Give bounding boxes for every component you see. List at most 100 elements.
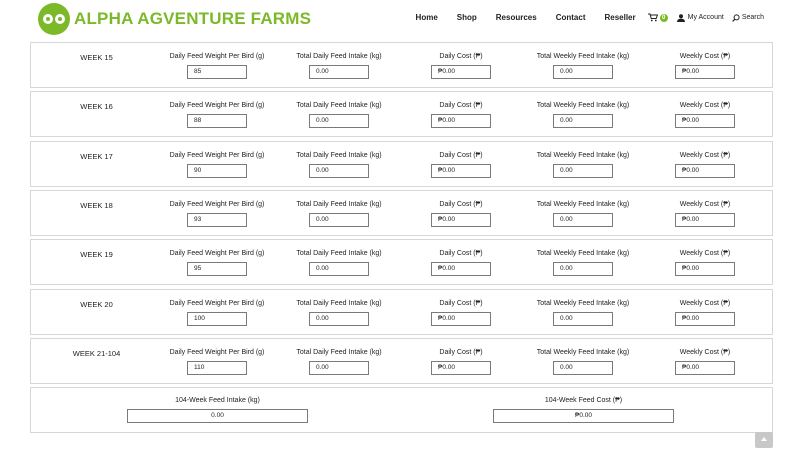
total-daily-input[interactable]: 0.00 — [309, 163, 369, 178]
daily-cost-input[interactable]: ₱0.00 — [431, 163, 491, 178]
total-weekly-field: Total Weekly Feed Intake (kg) 0.00 — [518, 349, 648, 375]
weekly-cost-label: Weekly Cost (₱) — [679, 53, 731, 60]
total-daily-field: Total Daily Feed Intake (kg) 0.00 — [274, 152, 404, 178]
total-weekly-input[interactable]: 0.00 — [553, 114, 613, 129]
total-daily-input[interactable]: 0.00 — [309, 212, 369, 227]
total-weekly-label: Total Weekly Feed Intake (kg) — [536, 102, 630, 110]
daily-weight-label: Daily Feed Weight Per Bird (g) — [169, 53, 265, 60]
weekly-cost-input[interactable]: ₱0.00 — [675, 311, 735, 326]
daily-weight-input[interactable]: 95 — [187, 262, 247, 277]
week-row: WEEK 21-104 Daily Feed Weight Per Bird (g… — [30, 337, 773, 384]
daily-cost-input[interactable]: ₱0.00 — [431, 360, 491, 375]
daily-weight-input[interactable]: 100 — [187, 311, 247, 326]
daily-weight-label: Daily Feed Weight Per Bird (g) — [169, 299, 265, 307]
total-weekly-field: Total Weekly Feed Intake (kg) 0.00 — [518, 53, 648, 79]
total-daily-label: Total Daily Feed Intake (kg) — [296, 151, 382, 159]
total-daily-input[interactable]: 0.00 — [309, 311, 369, 326]
daily-weight-input[interactable]: 88 — [187, 114, 247, 129]
weekly-cost-field: Weekly Cost (₱) ₱0.00 — [640, 152, 770, 178]
total-weekly-input[interactable]: 0.00 — [553, 163, 613, 178]
total-weekly-field: Total Weekly Feed Intake (kg) 0.00 — [518, 102, 648, 129]
total-weekly-input[interactable]: 0.00 — [553, 360, 613, 375]
total-intake-label: 104-Week Feed Intake (kg) — [175, 397, 260, 404]
daily-cost-label: Daily Cost (₱) — [439, 348, 483, 356]
nav-resources[interactable]: Resources — [496, 13, 537, 22]
daily-cost-field: Daily Cost (₱) ₱0.00 — [396, 349, 526, 375]
weekly-cost-input[interactable]: ₱0.00 — [675, 262, 735, 277]
daily-cost-input[interactable]: ₱0.00 — [431, 311, 491, 326]
search-label: Search — [741, 14, 764, 21]
total-cost-field: 104-Week Feed Cost (₱) ₱0.00 — [493, 397, 674, 423]
week-row: WEEK 16 Daily Feed Weight Per Bird (g) 88 T… — [30, 91, 773, 138]
daily-weight-input[interactable]: 110 — [187, 360, 247, 375]
week-label: WEEK 16 — [80, 102, 113, 112]
daily-weight-field: Daily Feed Weight Per Bird (g) 110 — [152, 349, 282, 375]
nav-contact[interactable]: Contact — [556, 13, 586, 22]
total-weekly-field: Total Weekly Feed Intake (kg) 0.00 — [518, 152, 648, 178]
weekly-cost-label: Weekly Cost (₱) — [679, 250, 731, 258]
daily-weight-field: Daily Feed Weight Per Bird (g) 88 — [152, 102, 282, 129]
total-weekly-input[interactable]: 0.00 — [553, 311, 613, 326]
week-label: WEEK 17 — [80, 151, 113, 161]
daily-weight-input[interactable]: 93 — [187, 212, 247, 227]
cart-count-badge: 0 — [659, 13, 668, 22]
daily-weight-input[interactable]: 85 — [187, 65, 247, 79]
daily-weight-field: Daily Feed Weight Per Bird (g) 93 — [152, 201, 282, 227]
total-weekly-field: Total Weekly Feed Intake (kg) 0.00 — [518, 300, 648, 326]
summary-row: 104-Week Feed Intake (kg) 0.00 104-Week … — [30, 387, 773, 433]
daily-weight-label: Daily Feed Weight Per Bird (g) — [169, 102, 265, 110]
daily-cost-input[interactable]: ₱0.00 — [431, 262, 491, 277]
scroll-to-top-button[interactable] — [755, 432, 773, 448]
daily-weight-label: Daily Feed Weight Per Bird (g) — [169, 348, 265, 356]
weekly-cost-field: Weekly Cost (₱) ₱0.00 — [640, 201, 770, 227]
week-label: WEEK 15 — [80, 53, 113, 62]
total-weekly-label: Total Weekly Feed Intake (kg) — [536, 250, 630, 258]
weekly-cost-input[interactable]: ₱0.00 — [675, 360, 735, 375]
total-intake-input[interactable]: 0.00 — [127, 409, 308, 423]
daily-cost-field: Daily Cost (₱) ₱0.00 — [396, 300, 526, 326]
daily-cost-input[interactable]: ₱0.00 — [431, 212, 491, 227]
total-intake-field: 104-Week Feed Intake (kg) 0.00 — [127, 397, 308, 423]
week-label: WEEK 18 — [80, 200, 113, 210]
daily-cost-field: Daily Cost (₱) ₱0.00 — [396, 201, 526, 227]
daily-cost-input[interactable]: ₱0.00 — [431, 65, 491, 79]
daily-cost-input[interactable]: ₱0.00 — [431, 114, 491, 129]
nav-home[interactable]: Home — [416, 13, 438, 22]
total-weekly-label: Total Weekly Feed Intake (kg) — [536, 299, 630, 307]
cart-button[interactable]: 0 — [647, 13, 668, 22]
daily-cost-label: Daily Cost (₱) — [439, 151, 483, 159]
brand-name: ALPHA AGVENTURE FARMS — [74, 9, 312, 28]
week-row: WEEK 18 Daily Feed Weight Per Bird (g) 93 T… — [30, 189, 773, 236]
total-weekly-input[interactable]: 0.00 — [553, 65, 613, 79]
brand-logo[interactable]: ALPHA AGVENTURE FARMS — [38, 3, 311, 35]
total-daily-label: Total Daily Feed Intake (kg) — [296, 200, 382, 208]
total-weekly-label: Total Weekly Feed Intake (kg) — [536, 151, 630, 159]
nav-reseller[interactable]: Reseller — [604, 13, 635, 22]
total-daily-input[interactable]: 0.00 — [309, 65, 369, 79]
total-daily-field: Total Daily Feed Intake (kg) 0.00 — [274, 300, 404, 326]
total-daily-input[interactable]: 0.00 — [309, 360, 369, 375]
total-daily-label: Total Daily Feed Intake (kg) — [296, 53, 382, 60]
total-daily-field: Total Daily Feed Intake (kg) 0.00 — [274, 102, 404, 129]
week-row: WEEK 15 Daily Feed Weight Per Bird (g) 85 T… — [30, 42, 773, 88]
weekly-cost-label: Weekly Cost (₱) — [679, 299, 731, 307]
total-weekly-input[interactable]: 0.00 — [553, 212, 613, 227]
week-row: WEEK 19 Daily Feed Weight Per Bird (g) 95 T… — [30, 239, 773, 286]
total-daily-input[interactable]: 0.00 — [309, 262, 369, 277]
total-weekly-input[interactable]: 0.00 — [553, 262, 613, 277]
weekly-cost-input[interactable]: ₱0.00 — [675, 65, 735, 79]
weekly-cost-input[interactable]: ₱0.00 — [675, 163, 735, 178]
nav-shop[interactable]: Shop — [457, 13, 477, 22]
daily-cost-label: Daily Cost (₱) — [439, 102, 483, 110]
total-daily-input[interactable]: 0.00 — [309, 114, 369, 129]
my-account-link[interactable]: My Account — [676, 13, 724, 22]
weekly-cost-input[interactable]: ₱0.00 — [675, 114, 735, 129]
daily-cost-label: Daily Cost (₱) — [439, 299, 483, 307]
weekly-cost-input[interactable]: ₱0.00 — [675, 212, 735, 227]
logo-icon — [38, 3, 70, 35]
daily-weight-field: Daily Feed Weight Per Bird (g) 85 — [152, 53, 282, 79]
total-cost-input[interactable]: ₱0.00 — [493, 409, 674, 423]
search-link[interactable]: Search — [731, 13, 764, 22]
user-icon — [676, 13, 685, 22]
daily-weight-input[interactable]: 90 — [187, 163, 247, 178]
